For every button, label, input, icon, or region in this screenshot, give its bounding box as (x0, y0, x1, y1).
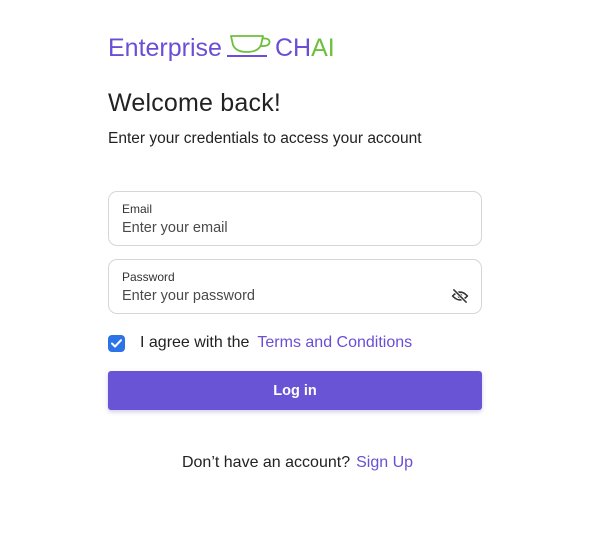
checkmark-icon (111, 338, 122, 347)
password-field[interactable]: Password (108, 259, 482, 314)
password-label: Password (122, 270, 175, 284)
login-button[interactable]: Log in (108, 371, 482, 410)
brand-name-enterprise: Enterprise (108, 34, 222, 62)
signup-link[interactable]: Sign Up (356, 454, 413, 471)
signup-prompt: Don’t have an account? (181, 454, 351, 471)
brand-logo: Enterprise CHAI (108, 30, 335, 64)
brand-name-chai: CHAI (275, 36, 335, 64)
page-title: Welcome back! (108, 89, 282, 117)
signup-row: Don’t have an account? Sign Up (0, 454, 595, 472)
agree-terms-row: I agree with the Terms and Conditions (108, 333, 412, 353)
terms-link[interactable]: Terms and Conditions (257, 334, 412, 352)
password-input[interactable] (122, 286, 432, 306)
agree-checkbox[interactable] (108, 334, 125, 352)
email-field[interactable]: Email (108, 191, 482, 246)
email-input[interactable] (122, 218, 432, 238)
teacup-icon (226, 35, 271, 57)
brand-name-ai: AI (311, 34, 335, 62)
page-subtitle: Enter your credentials to access your ac… (108, 130, 422, 147)
email-label: Email (122, 202, 153, 216)
agree-label: I agree with the (140, 334, 250, 351)
brand-name-ch: CH (274, 34, 312, 62)
eye-off-icon[interactable] (451, 289, 469, 303)
